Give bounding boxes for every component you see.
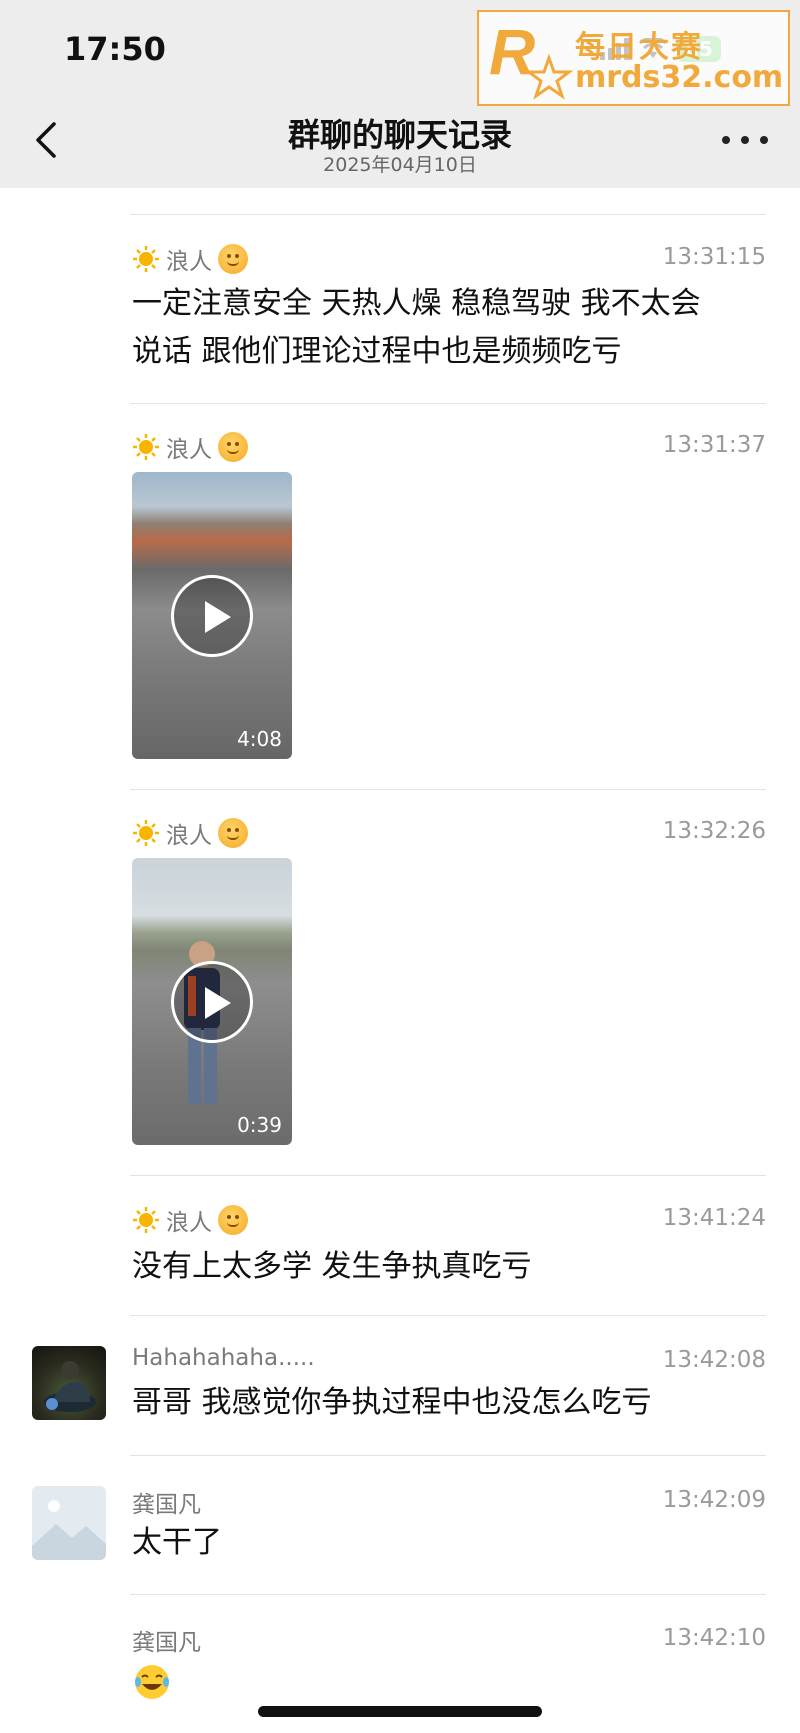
divider: [130, 214, 766, 215]
sender-label: 浪人: [166, 1210, 212, 1236]
sun-icon: [133, 1207, 159, 1233]
video-thumbnail[interactable]: 4:08: [132, 472, 292, 759]
sender-name: 浪人: [132, 430, 248, 464]
home-indicator[interactable]: [258, 1706, 542, 1717]
sender-label: 龚国凡: [132, 1630, 201, 1656]
watermark-url: mrds32.com: [575, 60, 784, 95]
message-text-line: 没有上太多学 发生争执真吃亏: [132, 1249, 532, 1284]
sun-icon: [133, 820, 159, 846]
sender-name: 浪人: [132, 816, 248, 850]
play-icon[interactable]: [171, 961, 253, 1043]
play-icon[interactable]: [171, 575, 253, 657]
avatar[interactable]: [32, 1346, 106, 1420]
divider: [130, 1175, 766, 1176]
message-time: 13:32:26: [662, 818, 766, 844]
status-time: 17:50: [64, 30, 166, 68]
sender-name: 浪人: [132, 1203, 248, 1237]
sender-label: 浪人: [166, 823, 212, 849]
smiling-sun-emoji-icon: [218, 818, 248, 848]
message-text-line: 说话 跟他们理论过程中也是频频吃亏: [132, 334, 622, 369]
divider: [130, 1455, 766, 1456]
motorcycle-rider-avatar-image: [44, 1361, 96, 1412]
divider: [130, 403, 766, 404]
tears-of-joy-emoji-icon: [135, 1665, 169, 1699]
message-time: 13:42:09: [662, 1487, 766, 1513]
smiling-sun-emoji-icon: [218, 432, 248, 462]
avatar[interactable]: [32, 1486, 106, 1560]
divider: [130, 789, 766, 790]
smiling-sun-emoji-icon: [218, 244, 248, 274]
sun-icon: [133, 434, 159, 460]
sender-name: 浪人: [132, 242, 248, 276]
sender-name: Hahahahaha.....: [132, 1345, 315, 1371]
sender-label: Hahahahaha.....: [132, 1345, 315, 1371]
divider: [130, 1315, 766, 1316]
message-text-line: 一定注意安全 天热人燥 稳稳驾驶 我不太会: [132, 286, 701, 321]
message-time: 13:42:08: [662, 1347, 766, 1373]
video-duration: 4:08: [237, 727, 282, 751]
sender-name: 龚国凡: [132, 1485, 201, 1519]
message-time: 13:41:24: [662, 1205, 766, 1231]
smiling-sun-emoji-icon: [218, 1205, 248, 1235]
watermark-logo: R: [489, 18, 574, 100]
svg-text:R: R: [489, 18, 535, 88]
video-thumbnail[interactable]: 0:39: [132, 858, 292, 1145]
message-text-line: 太干了: [132, 1525, 222, 1560]
message-time: 13:31:15: [662, 244, 766, 270]
page-subtitle-date: 2025年04月10日: [323, 154, 477, 176]
more-options-icon[interactable]: [722, 130, 768, 150]
sender-label: 浪人: [166, 249, 212, 275]
message-time: 13:42:10: [662, 1625, 766, 1651]
message-time: 13:31:37: [662, 432, 766, 458]
divider: [130, 1594, 766, 1595]
video-duration: 0:39: [237, 1113, 282, 1137]
sender-name: 龚国凡: [132, 1623, 201, 1657]
default-image-avatar-icon: [32, 1486, 106, 1560]
sender-label: 龚国凡: [132, 1492, 201, 1518]
sun-icon: [133, 246, 159, 272]
sender-label: 浪人: [166, 437, 212, 463]
message-text-line: 哥哥 我感觉你争执过程中也没怎么吃亏: [132, 1385, 652, 1420]
watermark: R 每日大赛 mrds32.com: [477, 10, 790, 106]
